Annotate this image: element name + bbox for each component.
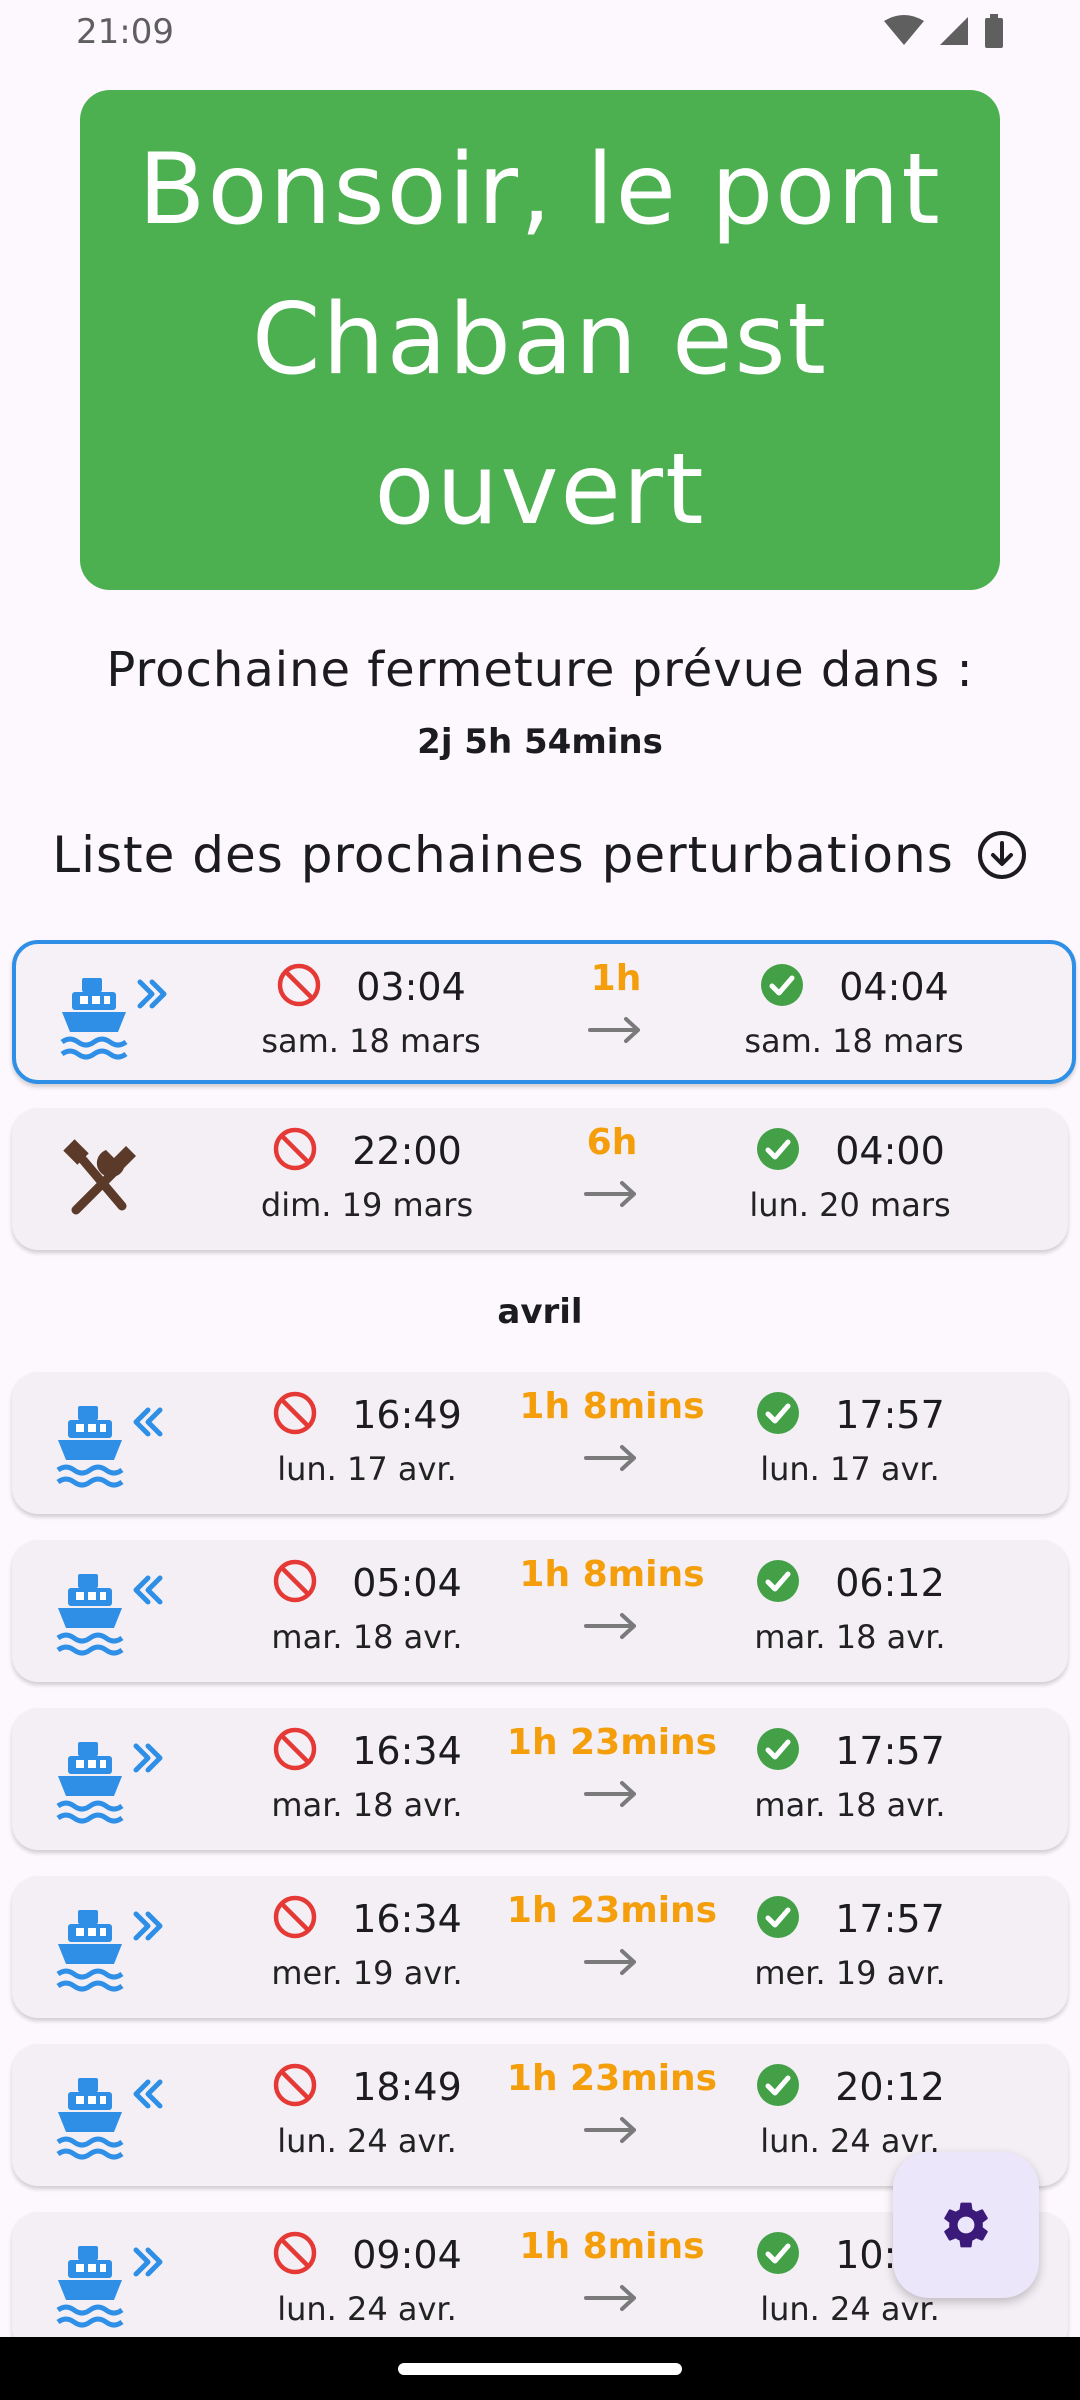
disruption-card[interactable]: 22:00 dim. 19 mars 6h 04:00 lun. 20 mars: [12, 1108, 1068, 1250]
end-time: 17:57: [835, 1393, 945, 1437]
status-time: 21:09: [76, 12, 174, 52]
open-check-icon: [755, 1390, 801, 1440]
open-check-icon: [755, 1894, 801, 1944]
scroll-down-icon[interactable]: [976, 829, 1028, 881]
start-time: 22:00: [352, 1129, 462, 1173]
start-time: 16:34: [352, 1897, 462, 1941]
home-gesture-handle[interactable]: [398, 2363, 682, 2375]
start-time: 16:34: [352, 1729, 462, 1773]
disruption-card[interactable]: 05:04 mar. 18 avr. 1h 8mins 06:12 mar. 18 av…: [12, 1540, 1068, 1682]
end-date: mar. 18 avr.: [754, 1786, 946, 1824]
tools-icon: [56, 1136, 166, 1226]
end-date: mar. 18 avr.: [754, 1618, 946, 1656]
start-time: 05:04: [352, 1561, 462, 1605]
end-time: 04:00: [835, 1129, 945, 1173]
open-check-icon: [755, 2062, 801, 2112]
month-separator: avril: [497, 1292, 583, 1332]
boat-incoming-icon: [56, 1400, 166, 1490]
open-check-icon: [759, 962, 805, 1012]
closure-end: 04:04 sam. 18 mars: [724, 962, 984, 1060]
settings-button[interactable]: [893, 2152, 1039, 2298]
start-time: 18:49: [352, 2065, 462, 2109]
end-time: 06:12: [835, 1561, 945, 1605]
open-check-icon: [755, 1126, 801, 1176]
end-time: 17:57: [835, 1729, 945, 1773]
closed-icon: [272, 1726, 318, 1776]
closed-icon: [272, 2062, 318, 2112]
closed-icon: [272, 1558, 318, 1608]
start-time: 16:49: [352, 1393, 462, 1437]
closure-end: 06:12 mar. 18 avr.: [720, 1558, 980, 1656]
start-time: 09:04: [352, 2233, 462, 2277]
closed-icon: [276, 962, 322, 1012]
bridge-status-text: Bonsoir, le pont Chaban est ouvert: [138, 133, 942, 547]
end-date: sam. 18 mars: [744, 1022, 964, 1060]
open-check-icon: [755, 2230, 801, 2280]
status-bar: 21:09: [0, 0, 1080, 66]
next-closure-label: Prochaine fermeture prévue dans :: [106, 642, 974, 698]
disruption-card[interactable]: 16:34 mer. 19 avr. 1h 23mins 17:57 mer. 19 a…: [12, 1876, 1068, 2018]
disruption-card[interactable]: 03:04 sam. 18 mars 1h 04:04 sam. 18 mars: [12, 940, 1076, 1084]
end-time: 04:04: [839, 965, 949, 1009]
closed-icon: [272, 1390, 318, 1440]
start-time: 03:04: [356, 965, 466, 1009]
next-closure-countdown: 2j 5h 54mins: [417, 722, 663, 762]
open-check-icon: [755, 1726, 801, 1776]
boat-outgoing-icon: [60, 972, 170, 1062]
end-date: lun. 20 mars: [749, 1186, 951, 1224]
closed-icon: [272, 1894, 318, 1944]
closure-end: 04:00 lun. 20 mars: [720, 1126, 980, 1224]
disruption-card[interactable]: 16:34 mar. 18 avr. 1h 23mins 17:57 mar. 18 a…: [12, 1708, 1068, 1850]
closure-end: 17:57 mar. 18 avr.: [720, 1726, 980, 1824]
wifi-icon: [884, 15, 924, 45]
end-time: 20:12: [835, 2065, 945, 2109]
end-time: 17:57: [835, 1897, 945, 1941]
closure-end: 17:57 mer. 19 avr.: [720, 1894, 980, 1992]
list-title: Liste des prochaines perturbations: [52, 826, 954, 884]
cellular-signal-icon: [940, 17, 968, 45]
closed-icon: [272, 1126, 318, 1176]
end-date: mer. 19 avr.: [754, 1954, 946, 1992]
end-date: lun. 17 avr.: [760, 1450, 940, 1488]
closure-end: 17:57 lun. 17 avr.: [720, 1390, 980, 1488]
gear-icon: [944, 2202, 988, 2248]
list-header: Liste des prochaines perturbations: [0, 826, 1080, 884]
closure-end: 20:12 lun. 24 avr.: [720, 2062, 980, 2160]
open-check-icon: [755, 1558, 801, 1608]
boat-incoming-icon: [56, 2072, 166, 2162]
boat-outgoing-icon: [56, 1904, 166, 1994]
disruption-card[interactable]: 16:49 lun. 17 avr. 1h 8mins 17:57 lun. 17 av…: [12, 1372, 1068, 1514]
battery-icon: [985, 14, 1003, 48]
boat-outgoing-icon: [56, 2240, 166, 2330]
boat-incoming-icon: [56, 1568, 166, 1658]
system-navigation-bar: [0, 2337, 1080, 2400]
closed-icon: [272, 2230, 318, 2280]
boat-outgoing-icon: [56, 1736, 166, 1826]
bridge-status-banner: Bonsoir, le pont Chaban est ouvert: [80, 90, 1000, 590]
